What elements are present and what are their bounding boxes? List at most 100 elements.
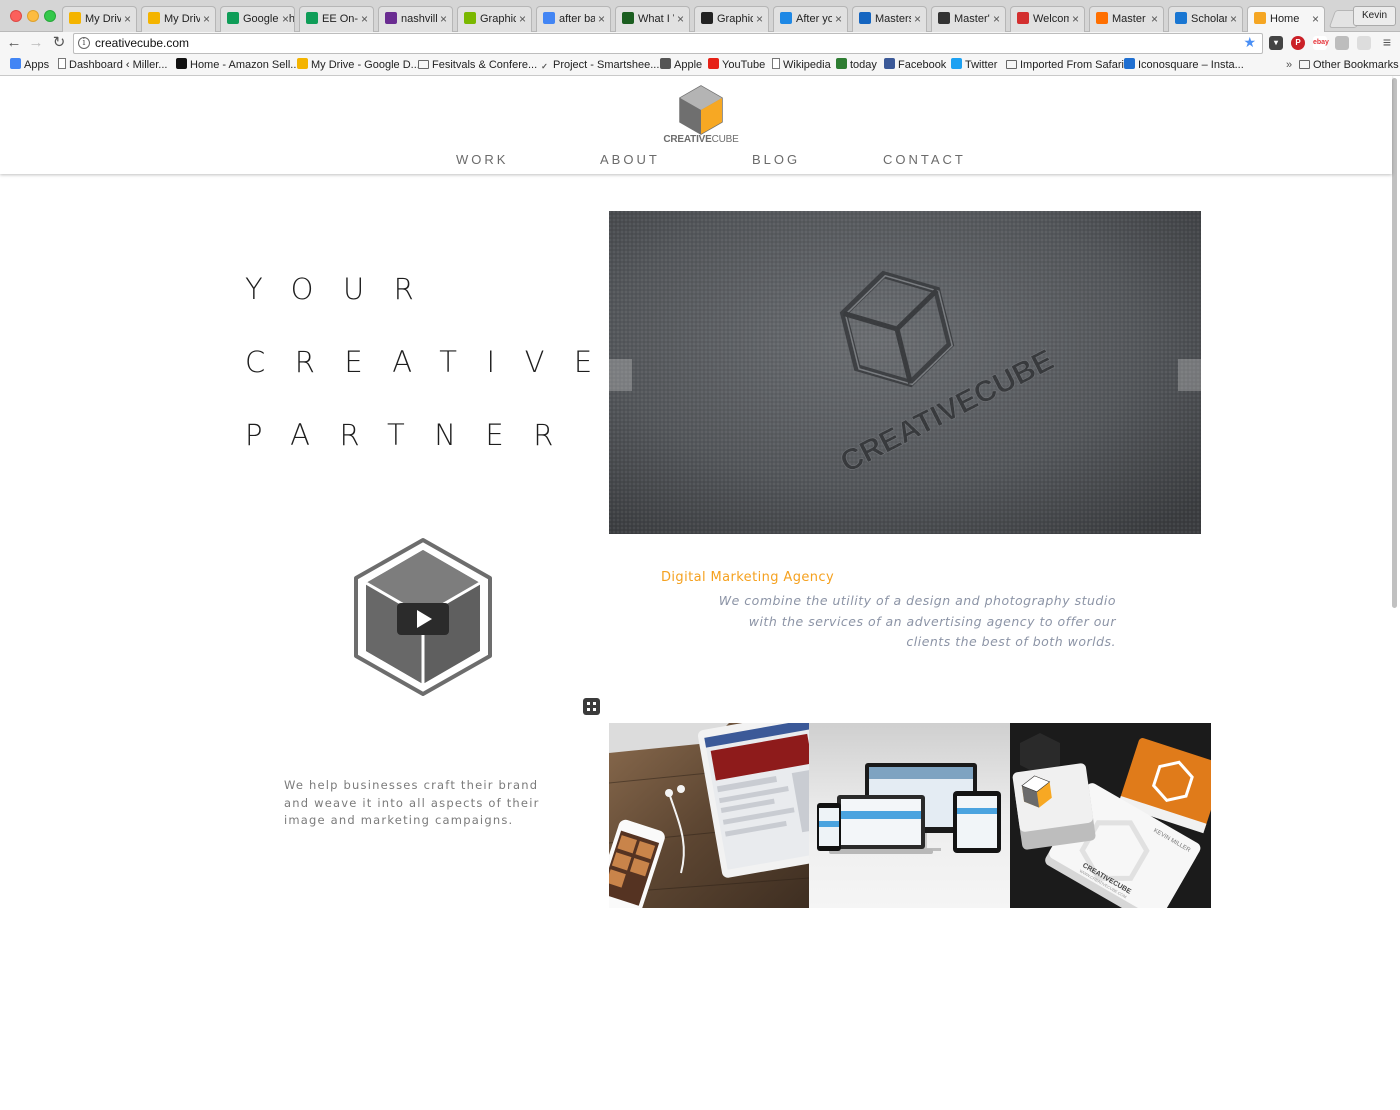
browser-tab[interactable]: Home × — [1247, 6, 1325, 33]
checkmark-icon: ✓ — [541, 62, 548, 71]
close-tab-icon[interactable]: × — [673, 7, 684, 31]
browser-tab[interactable]: Master's × — [931, 6, 1006, 32]
a-icon — [1017, 12, 1029, 24]
close-tab-icon[interactable]: × — [989, 7, 1000, 31]
bookmark-item[interactable]: Home - Amazon Sell... — [176, 58, 299, 72]
youtube-icon — [708, 58, 719, 69]
nav-blog[interactable]: BLOG — [752, 152, 800, 167]
bookmark-item[interactable]: Fesitvals & Confere... — [418, 58, 537, 72]
close-tab-icon[interactable]: × — [120, 7, 131, 31]
browser-tab[interactable]: Masters × — [852, 6, 927, 32]
github-icon — [938, 12, 950, 24]
close-tab-icon[interactable]: × — [1068, 7, 1079, 31]
browser-tab[interactable]: EE On-S × — [299, 6, 374, 32]
bookmark-item[interactable]: Apple — [660, 58, 702, 72]
page-scrollbar[interactable] — [1392, 78, 1397, 608]
minimize-window-button[interactable] — [27, 10, 39, 22]
agency-description: We combine the utility of a design and p… — [718, 593, 1116, 649]
browser-tab[interactable]: My Drive × — [62, 6, 137, 32]
close-tab-icon[interactable]: × — [278, 7, 289, 31]
forward-arrow-icon[interactable]: → — [27, 34, 45, 52]
bookmark-item[interactable]: Apps — [10, 58, 49, 72]
bookmarks-overflow-icon[interactable]: » — [1286, 58, 1292, 72]
close-tab-icon[interactable]: × — [831, 7, 842, 31]
back-arrow-icon[interactable]: ← — [5, 34, 23, 52]
video-play-cube[interactable] — [350, 536, 496, 698]
ebay-icon[interactable]: ebay — [1313, 36, 1329, 50]
close-tab-icon[interactable]: × — [594, 7, 605, 31]
bookmark-item[interactable]: Iconosquare – Insta... — [1124, 58, 1244, 72]
close-tab-icon[interactable]: × — [199, 7, 210, 31]
nav-contact[interactable]: CONTACT — [883, 152, 966, 167]
page-icon — [58, 58, 66, 69]
browser-tab[interactable]: Master o × — [1089, 6, 1164, 32]
info-icon[interactable]: i — [78, 37, 90, 49]
folder-icon — [1299, 60, 1310, 69]
close-tab-icon[interactable]: × — [515, 7, 526, 31]
cloud-icon[interactable] — [1357, 36, 1371, 50]
browser-tab[interactable]: Graphic × — [457, 6, 532, 32]
browser-tab[interactable]: Welcom × — [1010, 6, 1085, 32]
iconosquare-icon — [1124, 58, 1135, 69]
bookmark-label: Apple — [674, 59, 703, 71]
peace-icon — [385, 12, 397, 24]
reload-icon[interactable]: ↻ — [50, 34, 68, 52]
bookmark-label: Apps — [24, 59, 50, 71]
browser-tab[interactable]: nashville × — [378, 6, 453, 32]
url-text[interactable]: creativecube.com — [95, 36, 189, 50]
browser-tab[interactable]: after ba × — [536, 6, 611, 32]
slider-next-button[interactable] — [1178, 359, 1201, 391]
agency-title: Digital Marketing Agency — [661, 570, 835, 585]
portfolio-thumb-responsive[interactable] — [809, 723, 1010, 908]
browser-tab[interactable]: Scholars × — [1168, 6, 1243, 32]
browser-tab[interactable]: After yo × — [773, 6, 848, 32]
browser-tab[interactable]: Google Sheets× — [220, 6, 295, 32]
close-tab-icon[interactable]: × — [752, 7, 763, 31]
close-tab-icon[interactable]: × — [1147, 7, 1158, 31]
google-sheets-icon — [306, 12, 318, 24]
browser-tab[interactable]: My Drive × — [141, 6, 216, 32]
folder-icon — [418, 60, 429, 69]
google-drive-icon — [69, 12, 81, 24]
bookmark-item[interactable]: ✓ Project - Smartshee... — [539, 58, 659, 72]
tab-strip: My Drive×My Drive×Google Sheets×EE On-S×… — [0, 0, 1400, 33]
bookmark-item[interactable]: Wikipedia — [772, 58, 831, 72]
browser-tab[interactable]: What I V × — [615, 6, 690, 32]
amazon-icon — [176, 58, 187, 69]
social-media-photo — [609, 723, 809, 908]
bookmark-item[interactable]: Facebook — [884, 58, 946, 72]
portfolio-thumb-business-cards[interactable]: KEVIN MILLER CREATIVECUBE WWW.CREATIVECU… — [1010, 723, 1211, 908]
bookmark-item[interactable]: Imported From Safari — [1006, 58, 1124, 72]
bookmark-item[interactable]: YouTube — [708, 58, 765, 72]
bookmark-item[interactable]: Twitter — [951, 58, 997, 72]
bookmark-item[interactable]: Dashboard ‹ Miller... — [58, 58, 167, 72]
slider-prev-button[interactable] — [609, 359, 632, 391]
close-tab-icon[interactable]: × — [1226, 7, 1237, 31]
browser-tab[interactable]: Graphic × — [694, 6, 769, 32]
zoom-window-button[interactable] — [44, 10, 56, 22]
close-tab-icon[interactable]: × — [1308, 7, 1319, 31]
portfolio-thumb-social[interactable] — [609, 723, 809, 908]
nav-about[interactable]: ABOUT — [600, 152, 660, 167]
pinterest-icon[interactable]: P — [1291, 36, 1305, 50]
bookmark-star-icon[interactable]: ★ — [1243, 34, 1256, 51]
hero-slider[interactable]: CREATIVECUBE — [609, 211, 1201, 534]
menu-icon[interactable]: ≡ — [1380, 35, 1394, 50]
nav-work[interactable]: WORK — [456, 152, 508, 167]
bookmark-label: Iconosquare – Insta... — [1138, 59, 1244, 71]
close-tab-icon[interactable]: × — [357, 7, 368, 31]
pocket-icon[interactable]: ▾ — [1269, 36, 1283, 50]
bookmark-label: Home - Amazon Sell... — [190, 59, 300, 71]
fullscreen-gallery-icon[interactable] — [583, 698, 600, 715]
bookmark-item[interactable]: My Drive - Google D... — [297, 58, 420, 72]
close-tab-icon[interactable]: × — [910, 7, 921, 31]
address-bar[interactable]: i creativecube.com ★ — [73, 33, 1263, 54]
hero-line-1: YOUR — [245, 272, 444, 306]
k-icon — [780, 12, 792, 24]
extension-icon[interactable] — [1335, 36, 1349, 50]
close-tab-icon[interactable]: × — [436, 7, 447, 31]
profile-button[interactable]: Kevin — [1352, 6, 1396, 26]
other-bookmarks[interactable]: Other Bookmarks — [1299, 58, 1399, 72]
bookmark-item[interactable]: today — [836, 58, 877, 72]
close-window-button[interactable] — [10, 10, 22, 22]
